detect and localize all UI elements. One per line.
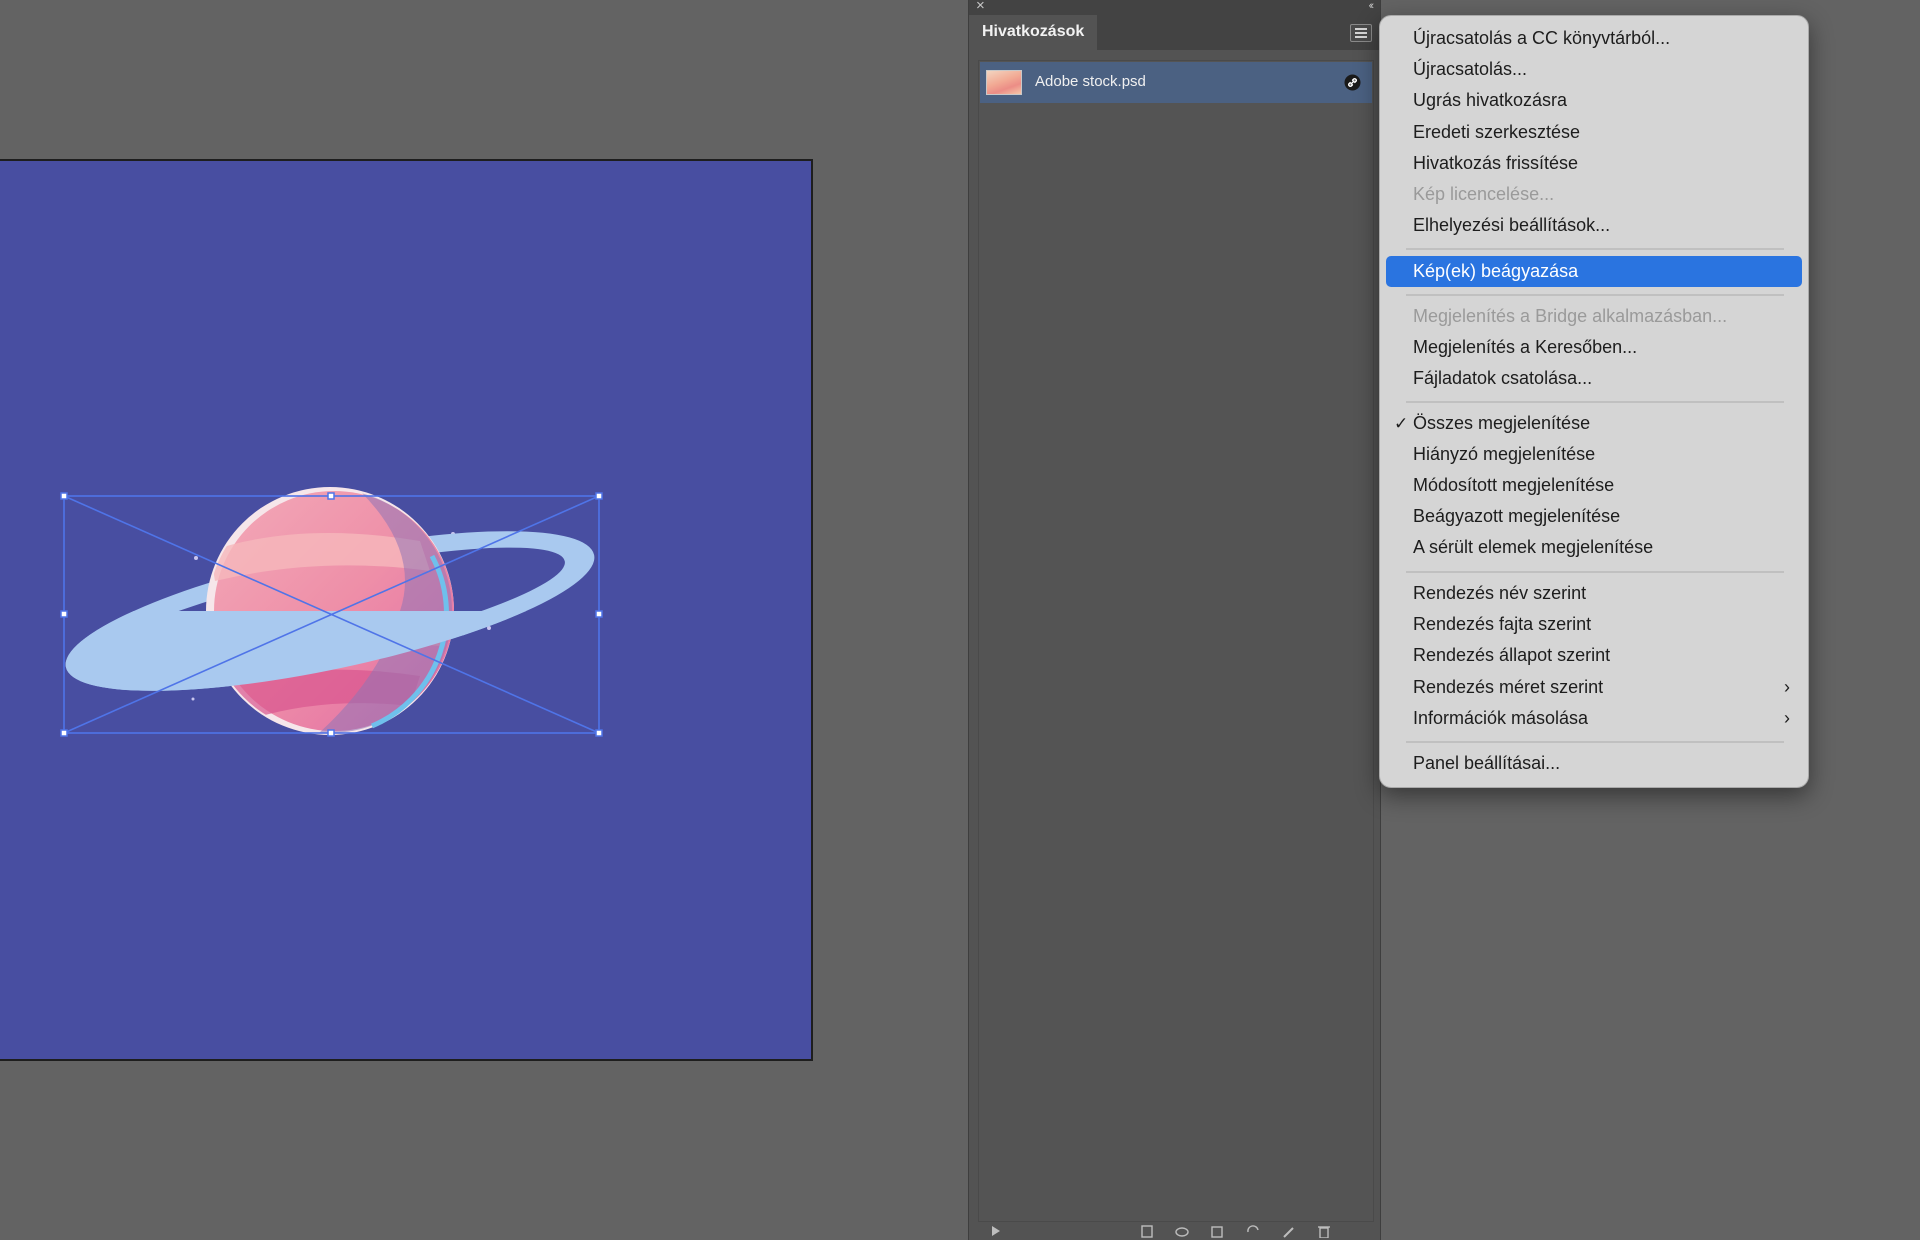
- menu-item-embed-images[interactable]: Kép(ek) beágyazása: [1386, 256, 1802, 287]
- artboard[interactable]: [0, 159, 813, 1061]
- edit-original-icon[interactable]: [1281, 1224, 1297, 1238]
- menu-item-reveal-in-finder[interactable]: Megjelenítés a Keresőben...: [1386, 332, 1802, 363]
- menu-item-update-link[interactable]: Hivatkozás frissítése: [1386, 148, 1802, 179]
- hamburger-menu-icon[interactable]: [1350, 24, 1372, 42]
- menu-item-placement-options[interactable]: Elhelyezési beállítások...: [1386, 210, 1802, 241]
- menu-item-show-modified[interactable]: Módosított megjelenítése: [1386, 470, 1802, 501]
- close-icon[interactable]: ×: [976, 0, 985, 15]
- menu-item-reveal-in-bridge: Megjelenítés a Bridge alkalmazásban...: [1413, 306, 1728, 326]
- panel-title-bar: × ‹‹: [969, 0, 1380, 15]
- double-chevron-left-icon[interactable]: ‹‹: [1369, 0, 1375, 14]
- menu-item-sort-by-kind[interactable]: Rendezés fajta szerint: [1386, 609, 1802, 640]
- menu-item-relink[interactable]: Újracsatolás...: [1386, 54, 1802, 85]
- menu-item-go-to-link[interactable]: Ugrás hivatkozásra: [1386, 85, 1802, 116]
- menu-item-sort-by-status[interactable]: Rendezés állapot szerint: [1386, 640, 1802, 671]
- link-row[interactable]: Adobe stock.psd: [980, 62, 1372, 103]
- link-icon: [1344, 74, 1361, 91]
- menu-item-sort-by-size[interactable]: Rendezés méret szerint ›: [1386, 672, 1802, 703]
- chevron-right-icon: ›: [1784, 708, 1790, 728]
- menu-item-panel-options[interactable]: Panel beállításai...: [1386, 748, 1802, 779]
- menu-separator: [1406, 294, 1784, 296]
- panel-tab-bar: Hivatkozások: [969, 15, 1380, 50]
- play-icon[interactable]: [989, 1224, 1005, 1238]
- menu-item-show-broken[interactable]: A sérült elemek megjelenítése: [1386, 532, 1802, 563]
- panel-context-menu: Újracsatolás a CC könyvtárból... Újracsa…: [1379, 15, 1809, 788]
- update-link-icon[interactable]: [1245, 1224, 1261, 1238]
- go-to-link-icon[interactable]: [1209, 1224, 1225, 1238]
- menu-item-copy-info[interactable]: Információk másolása ›: [1386, 703, 1802, 734]
- relink-library-icon[interactable]: [1139, 1224, 1155, 1238]
- relink-icon[interactable]: [1174, 1224, 1190, 1238]
- checkmark-icon: ✓: [1394, 414, 1409, 433]
- artwork-canvas[interactable]: [0, 161, 813, 1061]
- menu-item-edit-original[interactable]: Eredeti szerkesztése: [1386, 117, 1802, 148]
- menu-item-license-image: Kép licencelése...: [1413, 184, 1555, 204]
- menu-separator: [1406, 401, 1784, 403]
- menu-item-show-missing[interactable]: Hiányzó megjelenítése: [1386, 439, 1802, 470]
- menu-item-attach-file-info[interactable]: Fájladatok csatolása...: [1386, 363, 1802, 394]
- tab-links[interactable]: Hivatkozások: [969, 15, 1098, 50]
- menu-separator: [1406, 571, 1784, 573]
- links-list: Adobe stock.psd: [978, 60, 1374, 1222]
- menu-item-relink-cc-library[interactable]: Újracsatolás a CC könyvtárból...: [1386, 23, 1802, 54]
- link-file-name: Adobe stock.psd: [1035, 73, 1146, 90]
- panel-footer-toolbar: [969, 1222, 1380, 1240]
- menu-item-show-all[interactable]: ✓ Összes megjelenítése: [1386, 408, 1802, 439]
- links-panel: × ‹‹ Hivatkozások Adobe stock.psd: [968, 0, 1381, 1240]
- trash-icon[interactable]: [1316, 1224, 1332, 1238]
- menu-separator: [1406, 741, 1784, 743]
- menu-item-sort-by-name[interactable]: Rendezés név szerint: [1386, 578, 1802, 609]
- link-thumbnail: [986, 70, 1022, 95]
- menu-item-show-embedded[interactable]: Beágyazott megjelenítése: [1386, 501, 1802, 532]
- chevron-right-icon: ›: [1784, 677, 1790, 697]
- menu-separator: [1406, 248, 1784, 250]
